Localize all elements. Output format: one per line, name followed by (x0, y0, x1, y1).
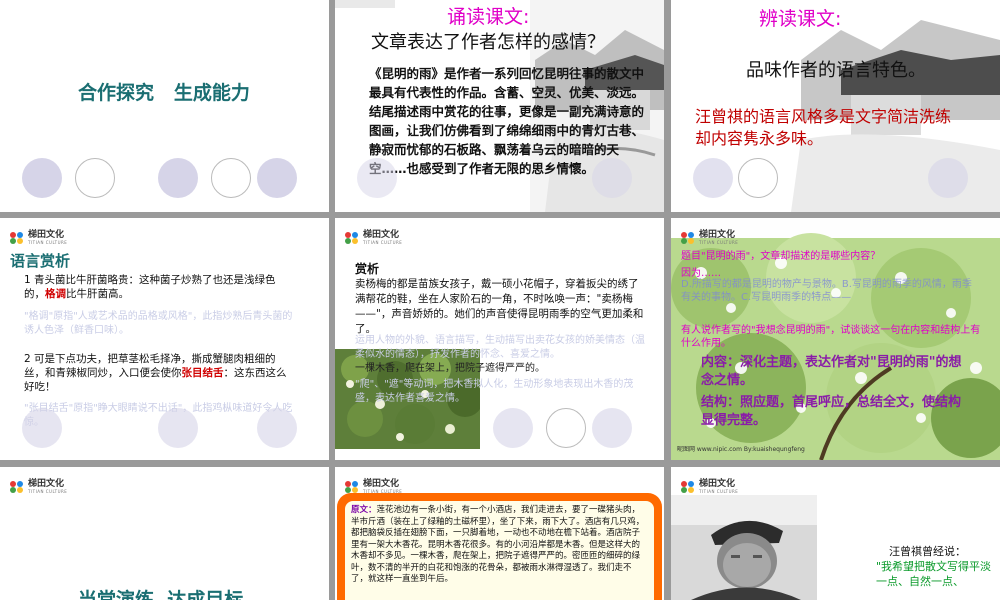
slide-6-thumbnail[interactable]: 梯田文化 TITIAN CULTURE 题目"昆明的雨"，文章却描述的是哪些内容… (671, 218, 1000, 460)
decor-circle (158, 158, 198, 198)
brand-subtitle: TITIAN CULTURE (699, 489, 739, 494)
brand-logo-icon (10, 480, 24, 493)
brand-logo: 梯田文化 TITIAN CULTURE (681, 479, 738, 494)
slide-8-thumbnail[interactable]: 梯田文化 TITIAN CULTURE 原文：莲花池边有一条小街，有一个小酒店，… (335, 467, 664, 600)
brand-logo-icon (681, 480, 695, 493)
brand-logo: 梯田文化 TITIAN CULTURE (345, 479, 402, 494)
slide-5-note-1: 运用人物的外貌、语言描写，生动描写出卖花女孩的娇美情态（温柔似水的情态），抒发作… (355, 335, 645, 360)
brand-logo-icon (345, 231, 359, 244)
slide-5-body: 卖杨梅的都是苗族女孩子，戴一硕小花帽子，穿着扳尖的绣了满帮花的鞋，坐在人家阶石的… (355, 278, 644, 335)
slide-2-question: 文章表达了作者怎样的感情？ (371, 32, 605, 53)
decor-circle (693, 158, 733, 198)
photo-credit: 昵图网 www.nipic.com By:kuaishequngfeng (677, 446, 805, 453)
slide-3-answer: 汪曾祺的语言风格多是文字简洁洗练却内容隽永多味。 (695, 107, 952, 148)
brand-subtitle: TITIAN CULTURE (28, 489, 68, 494)
slide-6-faint-notes: D.所描写的都是昆明的物产与景物。B.写昆明的雨季的风情，雨季有关的事物。C.写… (681, 279, 972, 303)
slide-6-question-1: 题目"昆明的雨"，文章却描述的是哪些内容？ (681, 251, 881, 262)
original-text-panel: 原文：莲花池边有一条小街，有一个小酒店，我们走进去，要了一碟猪头肉，半市斤酒（装… (337, 493, 662, 600)
decor-circle (22, 408, 62, 448)
slide-5-title: 赏析 (355, 262, 380, 276)
slide-6-answer-content: 内容：深化主题，表达作者对"昆明的雨"的想念之情。 (701, 355, 962, 388)
brand-logo: 梯田文化 TITIAN CULTURE (681, 230, 738, 245)
brand-name: 梯田文化 (363, 479, 400, 489)
decor-circle (257, 408, 297, 448)
slide-4-item-2: 2 可是下点功夫，把草茎松毛择净，撕成蟹腿肉粗细的丝，和青辣椒同炒，入口便会使你… (24, 352, 296, 394)
item-1-highlight: 格调 (45, 288, 66, 300)
slide-4-item-1: 1 青头菌比牛肝菌略贵：这种菌子炒熟了也还是浅绿色的，格调比牛肝菌高。 (24, 273, 296, 301)
decor-circle (75, 158, 115, 198)
item-2-highlight: 张目结舌 (181, 367, 224, 379)
decor-circle (592, 158, 632, 198)
brand-subtitle: TITIAN CULTURE (28, 240, 68, 245)
slide-4-thumbnail[interactable]: 梯田文化 TITIAN CULTURE 语言赏析 1 青头菌比牛肝菌略贵：这种菌… (0, 218, 329, 460)
decor-circle (158, 408, 198, 448)
slide-4-note-1: "格调"原指"人或艺术品的品格或风格"，此指炒熟后青头菌的诱人色泽（鲜香口味）。 (24, 311, 293, 336)
brand-name: 梯田文化 (699, 230, 736, 240)
slide-3-question: 品味作者的语言特色。 (746, 60, 926, 81)
slide-4-title: 语言赏析 (10, 252, 71, 270)
decor-circle (211, 158, 251, 198)
original-text-label: 原文： (351, 505, 377, 515)
brand-logo: 梯田文化 TITIAN CULTURE (10, 230, 67, 245)
slide-2-thumbnail[interactable]: 诵读课文: 文章表达了作者怎样的感情？ 《昆明的雨》是作者一系列回忆昆明往事的散… (335, 0, 664, 212)
brand-subtitle: TITIAN CULTURE (363, 240, 403, 245)
slide-7-title: 当堂演练 达成目标 (78, 589, 244, 600)
slide-9-thumbnail[interactable]: 梯田文化 TITIAN CULTURE 汪曾祺曾经说： "我希望把散文写得平淡一… (671, 467, 1000, 600)
slide-5-thumbnail[interactable]: 梯田文化 TITIAN CULTURE 赏析 卖杨梅的都是苗族女孩子，戴一硕小花… (335, 218, 664, 460)
slide-9-intro: 汪曾祺曾经说： (889, 545, 966, 558)
decor-circle (928, 158, 968, 198)
brand-name: 梯田文化 (28, 479, 65, 489)
decor-circle (257, 158, 297, 198)
brand-logo: 梯田文化 TITIAN CULTURE (10, 479, 67, 494)
slide-9-quote: "我希望把散文写得平淡一点、自然一点、 (876, 560, 992, 588)
slide-3-thumbnail[interactable]: 辨读课文: 品味作者的语言特色。 汪曾祺的语言风格多是文字简洁洗练却内容隽永多味… (671, 0, 1000, 212)
original-text-inner: 原文：莲花池边有一条小街，有一个小酒店，我们走进去，要了一碟猪头肉，半市斤酒（装… (345, 501, 654, 600)
brand-logo-icon (345, 480, 359, 493)
slide-1-thumbnail[interactable]: 合作探究 生成能力 (0, 0, 329, 212)
slide-1-title: 合作探究 生成能力 (78, 82, 250, 104)
decor-circle (738, 158, 778, 198)
decor-circle (22, 158, 62, 198)
slide-7-thumbnail[interactable]: 梯田文化 TITIAN CULTURE 当堂演练 达成目标 (0, 467, 329, 600)
slide-6-because: 因为…… (681, 268, 721, 279)
brand-logo: 梯田文化 TITIAN CULTURE (345, 230, 402, 245)
brand-logo-icon (681, 231, 695, 244)
slide-2-heading: 诵读课文: (447, 6, 530, 28)
brand-name: 梯田文化 (699, 479, 736, 489)
slide-5-note-2: "爬"、"遮"等动词，把木香拟人化，生动形象地表现出木香的茂盛，表达作者喜爱之情… (355, 379, 634, 404)
decor-circle (546, 408, 586, 448)
author-portrait-photo (671, 495, 817, 600)
brand-subtitle: TITIAN CULTURE (699, 240, 739, 245)
item-1-text-end: 比牛肝菌高。 (66, 288, 129, 300)
slide-6-question-2: 有人说作者写的"我想念昆明的雨"，试谈谈这一句在内容和结构上有什么作用。 (681, 325, 981, 349)
brand-name: 梯田文化 (28, 230, 65, 240)
decor-circle (493, 408, 533, 448)
slide-5-quote: 一棵木香，爬在架上，把院子遮得严严的。 (355, 363, 545, 374)
original-text-body: 莲花池边有一条小街，有一个小酒店，我们走进去，要了一碟猪头肉，半市斤酒（装在上了… (351, 505, 645, 584)
brand-logo-icon (10, 231, 24, 244)
slide-3-heading: 辨读课文: (759, 8, 842, 30)
slide-6-answer-structure: 结构：照应题，首尾呼应，总结全文，使结构显得完整。 (701, 395, 962, 428)
brand-name: 梯田文化 (363, 230, 400, 240)
decor-circle (357, 158, 397, 198)
decor-circle (592, 408, 632, 448)
